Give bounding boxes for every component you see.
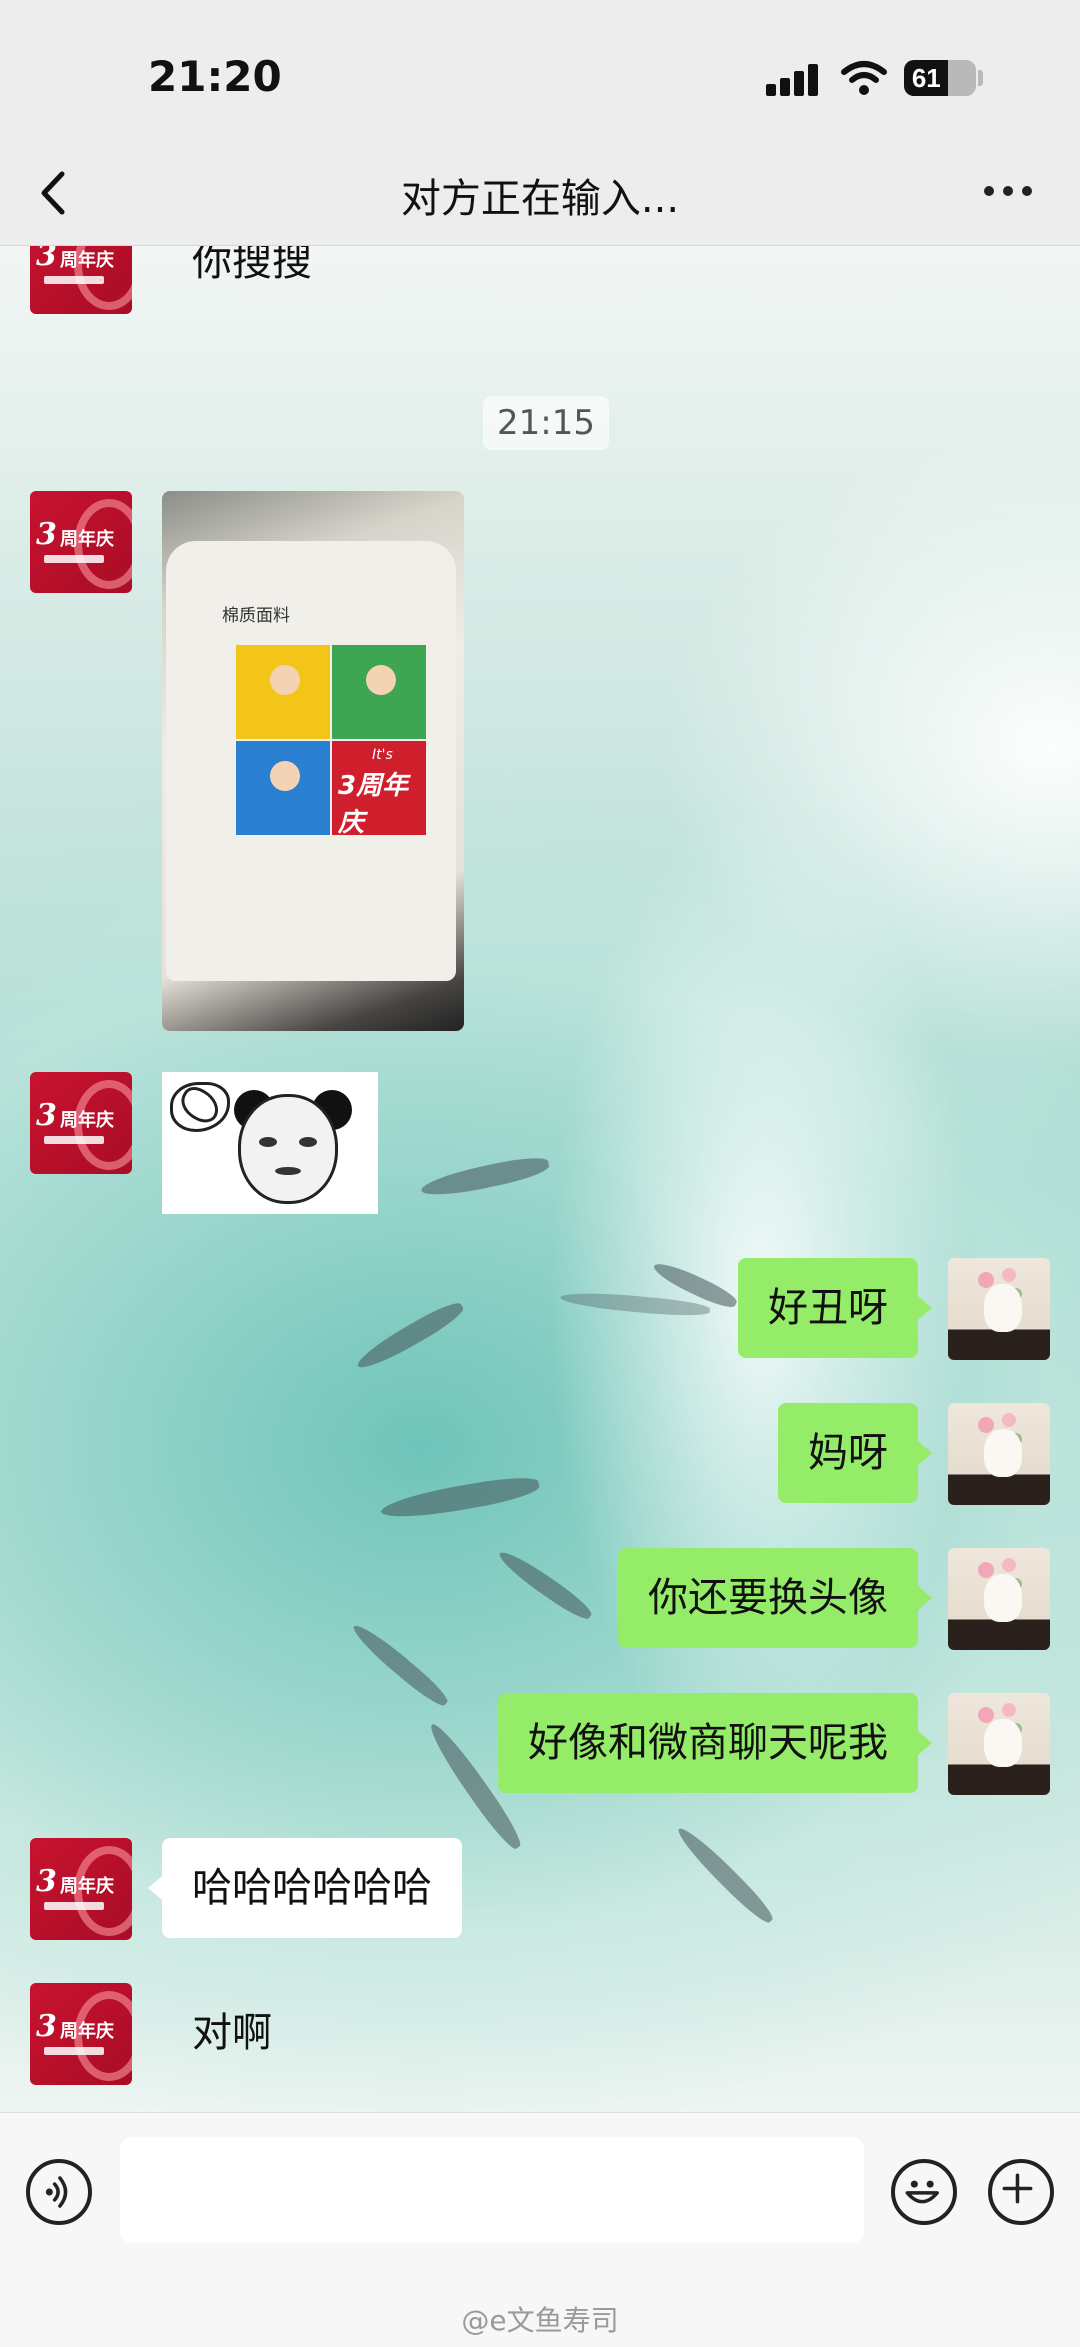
message-timestamp: 21:15 <box>483 396 609 450</box>
input-bar: @e文鱼寿司 <box>0 2112 1080 2347</box>
cartoon-face <box>366 665 396 695</box>
incoming-message[interactable]: 你搜搜 <box>162 246 342 312</box>
more-dots-icon[interactable] <box>980 176 1036 206</box>
status-time: 21:20 <box>148 52 282 101</box>
contact-avatar[interactable]: 3 周年庆 <box>30 1983 132 2085</box>
outgoing-message[interactable]: 你还要换头像 <box>618 1548 932 1648</box>
status-bar: 21:20 61 <box>0 0 1080 140</box>
battery-cap <box>978 70 983 86</box>
incoming-message[interactable]: 哈哈哈哈哈哈 <box>148 1838 462 1938</box>
watermark: @e文鱼寿司 <box>461 2304 619 2337</box>
print-logo-prefix: It's <box>372 747 393 763</box>
battery-icon: 61 <box>904 60 976 96</box>
contact-avatar[interactable]: 3 周年庆 <box>30 246 132 314</box>
print-logo-text: 3周年庆 <box>338 771 409 838</box>
outgoing-message[interactable]: 好丑呀 <box>738 1258 932 1358</box>
contact-avatar[interactable]: 3 周年庆 <box>30 1072 132 1174</box>
signal-icon <box>766 64 822 96</box>
chat-title: 对方正在输入... <box>400 176 680 222</box>
cartoon-face <box>270 665 300 695</box>
panda-face <box>238 1094 338 1204</box>
tshirt-image: 棉质面料 3周年庆 It's <box>166 541 456 981</box>
message-input[interactable] <box>120 2137 864 2243</box>
my-avatar[interactable] <box>948 1693 1050 1795</box>
voice-icon[interactable] <box>26 2159 92 2225</box>
outgoing-message[interactable]: 妈呀 <box>778 1403 932 1503</box>
incoming-message[interactable]: 对啊 <box>162 1983 302 2083</box>
print-panel: 3周年庆 It's <box>332 741 426 838</box>
emoji-icon[interactable] <box>891 2159 957 2225</box>
outgoing-message[interactable]: 好像和微商聊天呢我 <box>498 1693 932 1793</box>
battery-level: 61 <box>911 63 941 93</box>
my-avatar[interactable] <box>948 1548 1050 1650</box>
contact-avatar[interactable]: 3 周年庆 <box>30 491 132 593</box>
shirt-label: 棉质面料 <box>222 606 290 626</box>
wifi-icon <box>841 61 887 95</box>
my-avatar[interactable] <box>948 1403 1050 1505</box>
sticker-message[interactable] <box>162 1072 378 1214</box>
cartoon-face <box>270 761 300 791</box>
my-avatar[interactable] <box>948 1258 1050 1360</box>
photo-message[interactable]: 棉质面料 3周年庆 It's <box>162 491 464 1031</box>
contact-avatar[interactable]: 3 周年庆 <box>30 1838 132 1940</box>
chat-header: 对方正在输入... <box>0 140 1080 246</box>
plus-icon[interactable] <box>988 2159 1054 2225</box>
chat-message-list[interactable]: 3 周年庆 你搜搜 21:15 3 周年庆 棉质面料 3周年庆 It's 3 周… <box>0 246 1080 2112</box>
